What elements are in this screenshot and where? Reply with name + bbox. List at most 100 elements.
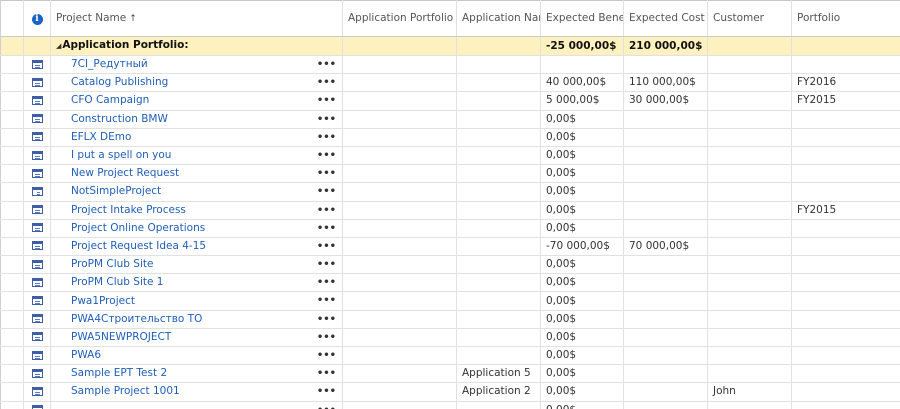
row-selector-cell[interactable] bbox=[0, 55, 24, 75]
project-row[interactable]: New Project Request ••• 0,00$ bbox=[0, 164, 900, 184]
project-name-link[interactable]: PWA6 bbox=[51, 347, 101, 364]
row-selector-cell[interactable] bbox=[0, 128, 24, 147]
column-header-expected-cost[interactable]: Expected Cost bbox=[623, 0, 708, 37]
row-menu-button[interactable]: ••• bbox=[317, 347, 336, 364]
project-name-cell[interactable]: PWA6 ••• bbox=[50, 346, 343, 366]
project-row[interactable]: PWA6 ••• 0,00$ bbox=[0, 346, 900, 366]
row-menu-button[interactable]: ••• bbox=[317, 92, 336, 109]
row-selector-cell[interactable] bbox=[0, 364, 24, 384]
column-header-portfolio[interactable]: Portfolio bbox=[791, 0, 900, 37]
project-name-link[interactable]: Project Online Operations bbox=[51, 220, 205, 237]
row-selector-cell[interactable] bbox=[0, 273, 24, 293]
column-header-application-portfolio[interactable]: Application Portfolio bbox=[342, 0, 457, 37]
row-selector-cell[interactable] bbox=[0, 237, 24, 257]
project-name-link[interactable]: Sample EPT Test 2 bbox=[51, 365, 167, 382]
row-selector-cell[interactable] bbox=[0, 164, 24, 184]
project-row[interactable]: Sample Project 1001 ••• Application 2 0,00$… bbox=[0, 382, 900, 402]
project-name-cell[interactable]: Catalog Publishing ••• bbox=[50, 73, 343, 93]
project-row[interactable]: Project Intake Process ••• 0,00$ FY2015 bbox=[0, 201, 900, 220]
project-row[interactable]: NotSimpleProject ••• 0,00$ bbox=[0, 182, 900, 202]
row-selector-cell[interactable] bbox=[0, 382, 24, 402]
row-menu-button[interactable]: ••• bbox=[317, 202, 336, 219]
project-name-link[interactable]: Sample Project 1001 bbox=[51, 383, 180, 400]
column-header-customer[interactable]: Customer bbox=[707, 0, 792, 37]
row-menu-button[interactable]: ••• bbox=[317, 183, 336, 200]
project-row[interactable]: Catalog Publishing ••• 40 000,00$ 110 000,0… bbox=[0, 73, 900, 93]
project-name-cell[interactable]: CFO Campaign ••• bbox=[50, 91, 343, 111]
project-row[interactable]: ProPM Club Site 1 ••• 0,00$ bbox=[0, 273, 900, 293]
project-name-link[interactable]: New Project Request bbox=[51, 165, 179, 182]
project-name-cell[interactable]: EFLX DEmo ••• bbox=[50, 128, 343, 147]
row-selector-cell[interactable] bbox=[0, 310, 24, 329]
project-row[interactable]: PWA4Строительство ТО ••• 0,00$ bbox=[0, 310, 900, 329]
row-menu-button[interactable]: ••• bbox=[317, 329, 336, 346]
row-menu-button[interactable]: ••• bbox=[317, 274, 336, 291]
project-name-link[interactable]: EFLX DEmo bbox=[51, 129, 131, 146]
project-row[interactable]: Construction BMW ••• 0,00$ bbox=[0, 110, 900, 129]
row-selector-cell[interactable] bbox=[0, 73, 24, 93]
group-header-row[interactable]: ◢Application Portfolio: -25 000,00$ 210 … bbox=[0, 36, 900, 56]
row-menu-button[interactable]: ••• bbox=[317, 74, 336, 91]
project-row[interactable]: ProPM Club Site ••• 0,00$ bbox=[0, 255, 900, 275]
project-name-link[interactable]: ProPM Club Site 1 bbox=[51, 274, 163, 291]
row-selector-cell[interactable] bbox=[0, 36, 24, 56]
column-header-application-name[interactable]: Application Nar bbox=[456, 0, 541, 37]
project-name-cell[interactable]: Project Intake Process ••• bbox=[50, 201, 343, 220]
row-selector-cell[interactable] bbox=[0, 201, 24, 220]
column-header-expected-benefit[interactable]: Expected Benef bbox=[540, 0, 624, 37]
project-row[interactable]: Pwa1Project ••• 0,00$ bbox=[0, 291, 900, 311]
project-row[interactable]: ••• 0,00$ bbox=[0, 401, 900, 409]
project-row[interactable]: Project Online Operations ••• 0,00$ bbox=[0, 219, 900, 238]
row-selector-cell[interactable] bbox=[0, 110, 24, 129]
row-menu-button[interactable]: ••• bbox=[317, 402, 336, 409]
row-selector-cell[interactable] bbox=[0, 401, 24, 409]
project-name-cell[interactable]: Pwa1Project ••• bbox=[50, 291, 343, 311]
project-name-link[interactable]: Construction BMW bbox=[51, 111, 168, 128]
project-name-link[interactable]: Project Intake Process bbox=[51, 202, 186, 219]
project-row[interactable]: Project Request Idea 4-15 ••• -70 000,00$ 7… bbox=[0, 237, 900, 257]
row-selector-header[interactable] bbox=[0, 0, 24, 37]
row-selector-cell[interactable] bbox=[0, 219, 24, 238]
row-menu-button[interactable]: ••• bbox=[317, 111, 336, 128]
row-selector-cell[interactable] bbox=[0, 346, 24, 366]
project-row[interactable]: I put a spell on you ••• 0,00$ bbox=[0, 146, 900, 166]
project-name-link[interactable]: ProPM Club Site bbox=[51, 256, 153, 273]
row-menu-button[interactable]: ••• bbox=[317, 147, 336, 164]
project-name-cell[interactable]: Project Request Idea 4-15 ••• bbox=[50, 237, 343, 257]
row-selector-cell[interactable] bbox=[0, 255, 24, 275]
indicator-column-header[interactable]: i bbox=[23, 0, 51, 37]
row-selector-cell[interactable] bbox=[0, 328, 24, 348]
row-menu-button[interactable]: ••• bbox=[317, 238, 336, 255]
collapse-group-icon[interactable]: ◢ bbox=[56, 42, 61, 50]
row-menu-button[interactable]: ••• bbox=[317, 256, 336, 273]
row-menu-button[interactable]: ••• bbox=[317, 383, 336, 400]
project-name-link[interactable]: I put a spell on you bbox=[51, 147, 171, 164]
row-menu-button[interactable]: ••• bbox=[317, 292, 336, 309]
project-row[interactable]: PWA5NEWPROJECT ••• 0,00$ bbox=[0, 328, 900, 348]
row-menu-button[interactable]: ••• bbox=[317, 365, 336, 382]
row-menu-button[interactable]: ••• bbox=[317, 129, 336, 146]
project-row[interactable]: 7CI_Редутный ••• bbox=[0, 55, 900, 75]
project-name-cell[interactable]: ProPM Club Site ••• bbox=[50, 255, 343, 275]
row-selector-cell[interactable] bbox=[0, 291, 24, 311]
project-name-cell[interactable]: New Project Request ••• bbox=[50, 164, 343, 184]
project-name-cell[interactable]: 7CI_Редутный ••• bbox=[50, 55, 343, 75]
row-menu-button[interactable]: ••• bbox=[317, 220, 336, 237]
project-name-link[interactable]: Pwa1Project bbox=[51, 293, 135, 310]
project-row[interactable]: Sample EPT Test 2 ••• Application 5 0,00$ bbox=[0, 364, 900, 384]
row-menu-button[interactable]: ••• bbox=[317, 165, 336, 182]
group-label-cell[interactable]: ◢Application Portfolio: bbox=[50, 36, 343, 56]
project-name-link[interactable]: PWA5NEWPROJECT bbox=[51, 329, 171, 346]
project-name-cell[interactable]: ProPM Club Site 1 ••• bbox=[50, 273, 343, 293]
project-name-cell[interactable]: PWA4Строительство ТО ••• bbox=[50, 310, 343, 329]
row-menu-button[interactable]: ••• bbox=[317, 311, 336, 328]
project-name-cell[interactable]: Construction BMW ••• bbox=[50, 110, 343, 129]
column-header-project-name[interactable]: Project Name ↑ bbox=[50, 0, 343, 37]
project-name-link[interactable]: Catalog Publishing bbox=[51, 74, 168, 91]
project-name-cell[interactable]: Sample EPT Test 2 ••• bbox=[50, 364, 343, 384]
row-selector-cell[interactable] bbox=[0, 146, 24, 166]
project-name-cell[interactable]: Project Online Operations ••• bbox=[50, 219, 343, 238]
project-name-cell[interactable]: PWA5NEWPROJECT ••• bbox=[50, 328, 343, 348]
project-name-link[interactable]: Project Request Idea 4-15 bbox=[51, 238, 206, 255]
project-name-cell[interactable]: ••• bbox=[50, 401, 343, 409]
